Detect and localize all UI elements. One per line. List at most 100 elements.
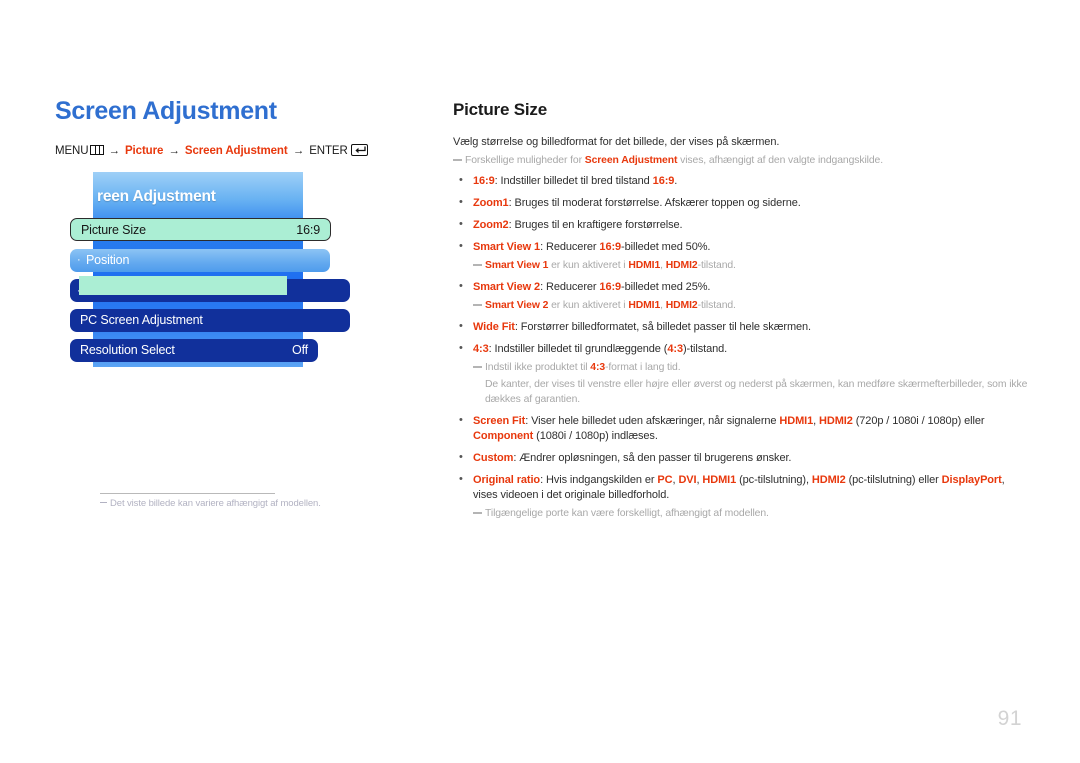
osd-row-resolution-select[interactable]: Resolution Select Off <box>70 339 318 362</box>
bullet-icon: • <box>459 240 463 252</box>
option-term: Smart View 1 <box>473 241 541 253</box>
sub-note-mid-1: er kun aktiveret i <box>548 300 629 311</box>
menu-bars-icon <box>90 145 105 155</box>
left-column: Screen Adjustment MENU → Picture → Screen… <box>55 95 425 509</box>
option-pre: Bruges til en kraftigere forstørrelse. <box>514 219 683 231</box>
option-term: Zoom2 <box>473 219 509 231</box>
osd-row-value: 16:9 <box>296 223 320 237</box>
osd-row-label: Picture Size <box>81 223 146 237</box>
list-item: • Zoom1: Bruges til moderat forstørrelse… <box>453 196 1028 211</box>
sub-note-hl-2: HDMI1 <box>628 300 661 311</box>
list-item: • Smart View 2: Reducerer 16:9-billedet … <box>453 280 1028 313</box>
page-number: 91 <box>997 707 1022 730</box>
osd-row-picture-size[interactable]: Picture Size 16:9 <box>70 218 331 241</box>
list-item: • Wide Fit: Forstørrer billedformatet, s… <box>453 320 1028 335</box>
list-item: • Zoom2: Bruges til en kraftigere forstø… <box>453 218 1028 233</box>
note-dash-icon <box>473 366 482 368</box>
option-term: Wide Fit <box>473 321 515 333</box>
sub-note-hl-1: Smart View 1 <box>485 260 549 271</box>
option-hl-displayport: DisplayPort <box>941 474 1002 486</box>
list-item: • Original ratio: Hvis indgangskilden er… <box>453 473 1028 521</box>
breadcrumb-enter-label: ENTER <box>309 145 348 157</box>
option-mid-3: (720p / 1080i / 1080p) eller <box>852 415 985 427</box>
option-post: . <box>674 175 678 187</box>
option-post: -billedet med 50%. <box>621 241 711 253</box>
left-note-text: Det viste billede kan variere afhængigt … <box>110 498 321 509</box>
note-dash-icon <box>100 501 107 503</box>
bullet-icon: • <box>459 280 463 292</box>
sub-note-hl: 4:3 <box>590 362 606 373</box>
option-hl-pc: PC <box>657 474 673 486</box>
option-term: Screen Fit <box>473 415 526 427</box>
breadcrumb-arrow-3: → <box>292 145 305 157</box>
breadcrumb-arrow-1: → <box>108 145 120 157</box>
osd-mint-overlay-band <box>79 276 287 295</box>
option-term: 4:3 <box>473 343 489 355</box>
bullet-icon: • <box>459 196 463 208</box>
option-post: )-tilstand. <box>682 343 728 355</box>
sub-note-tail: -tilstand. <box>697 260 736 271</box>
bullet-icon: • <box>459 451 463 463</box>
sub-note-hl-3: HDMI2 <box>665 260 698 271</box>
bullet-icon: • <box>459 414 463 426</box>
section-intro: Vælg størrelse og billedformat for det b… <box>453 136 780 148</box>
bullet-icon: • <box>459 473 463 485</box>
option-term: 16:9 <box>473 175 495 187</box>
sub-note-post: -format i lang tid. <box>605 362 681 373</box>
note-highlight: Screen Adjustment <box>584 155 678 166</box>
option-sub-note: Tilgængelige porte kan være forskelligt,… <box>473 506 1028 521</box>
page-title: Screen Adjustment <box>55 97 277 125</box>
bullet-icon: • <box>459 218 463 230</box>
osd-row-label: Resolution Select <box>80 343 175 357</box>
list-item: • Custom: Ændrer opløsningen, så den pas… <box>453 451 1028 466</box>
option-highlight: 16:9 <box>599 241 622 253</box>
breadcrumb: MENU → Picture → Screen Adjustment → ENTE… <box>55 144 425 157</box>
option-term: Custom <box>473 452 514 464</box>
option-highlight: 16:9 <box>599 281 622 293</box>
option-hl-hdmi1: HDMI1 <box>779 415 814 427</box>
option-highlight: 16:9 <box>652 175 675 187</box>
option-sub-paragraph: De kanter, der vises til venstre eller h… <box>485 379 1028 405</box>
list-item: • 16:9: Indstiller billedet til bred til… <box>453 174 1028 189</box>
section-title: Picture Size <box>453 100 547 119</box>
option-pre: Indstiller billedet til grundlæggende ( <box>494 343 668 355</box>
breadcrumb-step-picture[interactable]: Picture <box>125 145 163 157</box>
option-term: Original ratio <box>473 474 541 486</box>
option-hl-component: Component <box>473 430 534 442</box>
right-column: Picture Size Vælg størrelse og billedfor… <box>453 99 1028 528</box>
bullet-icon: • <box>459 174 463 186</box>
left-note-divider <box>100 493 275 494</box>
breadcrumb-menu-label: MENU <box>55 145 89 157</box>
option-hl-hdmi1: HDMI1 <box>702 474 737 486</box>
osd-screenshot: reen Adjustment Picture Size 16:9 · Posi… <box>55 172 365 367</box>
note-dash-icon <box>453 159 462 161</box>
left-note: Det viste billede kan variere afhængigt … <box>100 498 321 509</box>
note-post: vises, afhængigt af den valgte indgangsk… <box>677 155 884 166</box>
breadcrumb-arrow-2: → <box>168 145 180 157</box>
bullet-icon: • <box>459 342 463 354</box>
option-term: Smart View 2 <box>473 281 541 293</box>
option-highlight: 4:3 <box>667 343 683 355</box>
option-pre: Hvis indgangskilden er <box>545 474 658 486</box>
option-post: -billedet med 25%. <box>621 281 711 293</box>
osd-row-value: Off <box>292 343 308 357</box>
section-intro-note: Forskellige muligheder for Screen Adjust… <box>453 153 1028 168</box>
picture-size-option-list: • 16:9: Indstiller billedet til bred til… <box>453 174 1028 521</box>
option-mid-5: (pc-tilslutning) eller <box>845 474 942 486</box>
option-hl-hdmi2: HDMI2 <box>819 415 853 427</box>
option-pre: Bruges til moderat forstørrelse. Afskære… <box>514 197 801 209</box>
option-sub-note: Smart View 2 er kun aktiveret i HDMI1, H… <box>473 298 1028 313</box>
osd-row-label: Position <box>86 253 130 267</box>
note-dash-icon <box>473 304 482 306</box>
osd-row-pc-screen-adjustment[interactable]: PC Screen Adjustment <box>70 309 350 332</box>
breadcrumb-step-screen-adjustment[interactable]: Screen Adjustment <box>185 145 288 157</box>
osd-row-label: PC Screen Adjustment <box>80 313 203 327</box>
osd-row-position[interactable]: · Position <box>70 249 330 272</box>
option-hl-dvi: DVI <box>678 474 697 486</box>
option-pre: Forstørrer billedformatet, så billedet p… <box>520 321 811 333</box>
option-pre: Reducerer <box>546 241 600 253</box>
list-item: • 4:3: Indstiller billedet til grundlægg… <box>453 342 1028 407</box>
option-term: Zoom1 <box>473 197 509 209</box>
osd-row-bullet: · <box>77 254 81 266</box>
sub-note-pre: Indstil ikke produktet til <box>485 362 591 373</box>
